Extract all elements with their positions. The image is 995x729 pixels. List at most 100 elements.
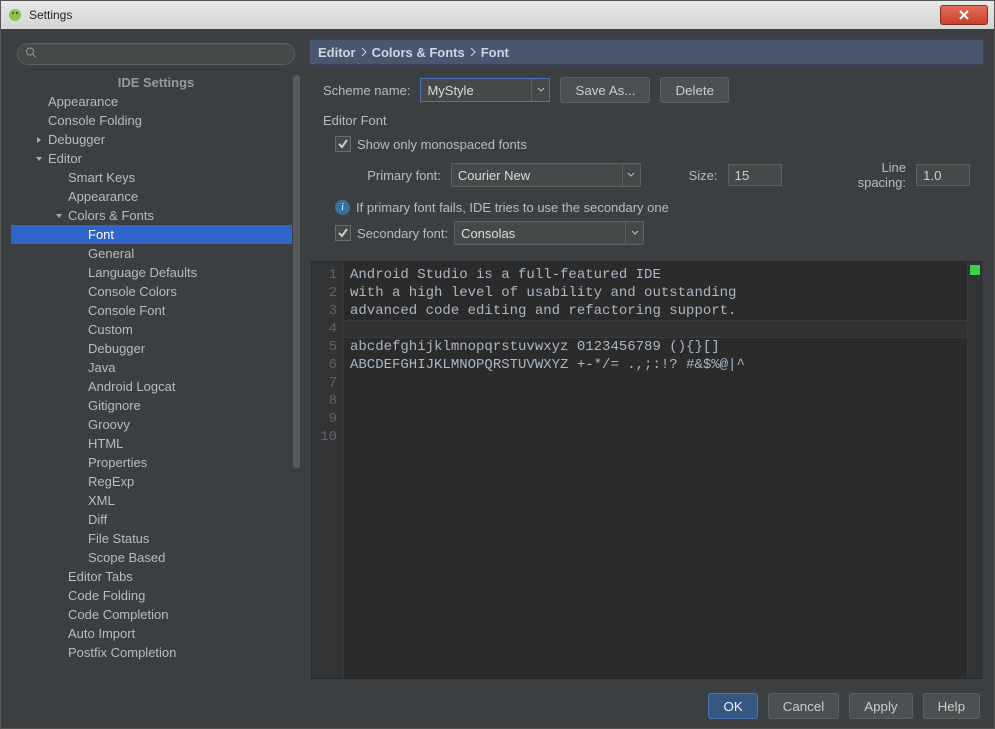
tree-item-label: Editor Tabs [68,567,133,586]
tree-item-label: Console Font [88,301,165,320]
chevron-right-icon [360,47,368,57]
tree-item-label: Postfix Completion [68,643,176,662]
secondary-font-hint: If primary font fails, IDE tries to use … [356,200,669,215]
preview-editor[interactable]: Android Studio is a full-featured IDEwit… [344,262,967,678]
preview-gutter: 12345678910 [312,262,344,678]
tree-item[interactable]: RegExp [11,472,301,491]
tree-item[interactable]: Debugger [11,339,301,358]
tree-item[interactable]: Scope Based [11,548,301,567]
preview-line [350,428,961,446]
tree-item[interactable]: Font [11,225,301,244]
breadcrumb-item[interactable]: Editor [318,45,356,60]
tree-item-label: Appearance [68,187,138,206]
tree-item[interactable]: HTML [11,434,301,453]
primary-font-value: Courier New [458,168,530,183]
font-size-input[interactable] [728,164,782,186]
tree-item-label: Diff [88,510,107,529]
line-spacing-input[interactable] [916,164,970,186]
tree-item[interactable]: Language Defaults [11,263,301,282]
cancel-button[interactable]: Cancel [768,693,840,719]
chevron-down-icon [35,155,44,163]
tree-item-label: Colors & Fonts [68,206,154,225]
primary-font-label: Primary font: [359,168,441,183]
preview-line [350,374,961,392]
tree-item[interactable]: Postfix Completion [11,643,301,662]
tree-item-label: Debugger [88,339,145,358]
tree-item[interactable]: Smart Keys [11,168,301,187]
tree-item[interactable]: Auto Import [11,624,301,643]
gutter-line-number: 3 [312,302,337,320]
tree-item[interactable]: Console Folding [11,111,301,130]
scheme-name-select[interactable]: MyStyle [420,78,550,102]
ok-button[interactable]: OK [708,693,757,719]
info-icon: i [335,200,350,215]
error-stripe[interactable] [967,262,981,678]
delete-button[interactable]: Delete [660,77,729,103]
tree-item[interactable]: Diff [11,510,301,529]
window-title: Settings [29,8,72,22]
gutter-line-number: 8 [312,392,337,410]
sidebar: IDE Settings AppearanceConsole FoldingDe… [11,39,301,679]
main-panel: Editor Colors & Fonts Font Scheme name: … [309,39,984,679]
primary-font-select[interactable]: Courier New [451,163,641,187]
tree-item-label: Properties [88,453,147,472]
titlebar: Settings [1,1,994,29]
settings-tree[interactable]: AppearanceConsole FoldingDebuggerEditorS… [11,92,301,679]
tree-item[interactable]: Android Logcat [11,377,301,396]
help-button[interactable]: Help [923,693,980,719]
tree-item[interactable]: Console Font [11,301,301,320]
secondary-font-select[interactable]: Consolas [454,221,644,245]
search-input[interactable] [17,43,295,65]
gutter-line-number: 10 [312,428,337,446]
tree-item[interactable]: Code Folding [11,586,301,605]
tree-item[interactable]: Appearance [11,187,301,206]
gutter-line-number: 9 [312,410,337,428]
tree-item[interactable]: Debugger [11,130,301,149]
preview-line: abcdefghijklmnopqrstuvwxyz 0123456789 ()… [350,338,961,356]
close-icon [958,10,970,20]
preview-line: Android Studio is a full-featured IDE [350,266,961,284]
tree-item[interactable]: Appearance [11,92,301,111]
tree-item[interactable]: File Status [11,529,301,548]
tree-item-label: Debugger [48,130,105,149]
tree-item[interactable]: Console Colors [11,282,301,301]
tree-item-label: Groovy [88,415,130,434]
breadcrumb-item: Font [481,45,509,60]
preview-line: advanced code editing and refactoring su… [350,302,961,320]
tree-item[interactable]: Gitignore [11,396,301,415]
tree-item-label: File Status [88,529,149,548]
tree-item[interactable]: XML [11,491,301,510]
chevron-right-icon [35,136,44,144]
mono-only-checkbox[interactable] [335,136,351,152]
gutter-line-number: 6 [312,356,337,374]
tree-item-label: Custom [88,320,133,339]
tree-item-label: HTML [88,434,123,453]
tree-item[interactable]: General [11,244,301,263]
gutter-line-number: 7 [312,374,337,392]
tree-item[interactable]: Custom [11,320,301,339]
tree-item-label: Scope Based [88,548,165,567]
tree-item[interactable]: Properties [11,453,301,472]
chevron-down-icon [55,212,64,220]
save-as-button[interactable]: Save As... [560,77,650,103]
chevron-down-icon [622,164,640,186]
chevron-down-icon [625,222,643,244]
apply-button[interactable]: Apply [849,693,912,719]
secondary-font-label: Secondary font: [357,226,448,241]
tree-item[interactable]: Colors & Fonts [11,206,301,225]
secondary-font-checkbox[interactable] [335,225,351,241]
breadcrumb-item[interactable]: Colors & Fonts [372,45,465,60]
sidebar-scrollbar[interactable] [292,75,301,679]
line-spacing-label: Line spacing: [830,160,907,190]
font-preview: 12345678910 Android Studio is a full-fea… [311,261,982,679]
preview-line [350,410,961,428]
gutter-line-number: 2 [312,284,337,302]
tree-item[interactable]: Groovy [11,415,301,434]
tree-item[interactable]: Java [11,358,301,377]
tree-item[interactable]: Code Completion [11,605,301,624]
window-close-button[interactable] [940,5,988,25]
gutter-line-number: 4 [312,320,337,338]
tree-item-label: Auto Import [68,624,135,643]
tree-item[interactable]: Editor Tabs [11,567,301,586]
tree-item[interactable]: Editor [11,149,301,168]
